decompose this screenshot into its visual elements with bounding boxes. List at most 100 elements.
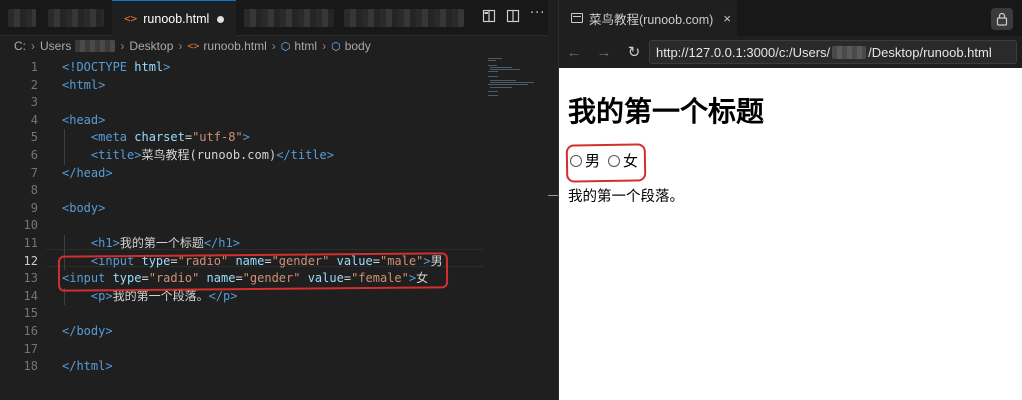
code-token: = bbox=[184, 130, 193, 145]
chevron-right-icon: › bbox=[271, 39, 276, 53]
symbol-element-icon: ⬡ bbox=[280, 40, 291, 53]
chevron-right-icon: › bbox=[178, 39, 183, 53]
blurred-tab[interactable] bbox=[8, 9, 36, 27]
editor-tab-bar: <> runoob.html ··· bbox=[0, 0, 558, 36]
code-line[interactable]: <h1>我的第一个标题</h1> bbox=[62, 235, 240, 253]
code-editor: <> runoob.html ··· C: › Users › Desktop … bbox=[0, 0, 560, 400]
redacted-username bbox=[832, 45, 867, 59]
minimap-line bbox=[488, 60, 496, 62]
minimap-line bbox=[488, 91, 498, 92]
split-preview-icon[interactable] bbox=[482, 9, 496, 27]
code-token: 我的第一个标题 bbox=[119, 236, 204, 250]
breadcrumb-desktop[interactable]: Desktop bbox=[129, 39, 173, 53]
symbol-element-icon: ⬡ bbox=[331, 40, 341, 53]
forward-arrow-icon[interactable]: → bbox=[589, 44, 619, 61]
minimap-line bbox=[488, 64, 497, 66]
code-token: </h1> bbox=[203, 236, 240, 250]
minimap-line bbox=[488, 75, 498, 77]
code-token: <meta bbox=[90, 130, 135, 145]
lock-icon[interactable] bbox=[991, 8, 1013, 30]
code-token: </html> bbox=[62, 359, 113, 374]
minimap[interactable] bbox=[486, 56, 546, 136]
close-icon[interactable]: × bbox=[723, 11, 731, 26]
page-heading: 我的第一个标题 bbox=[568, 95, 765, 128]
code-token: charset bbox=[134, 130, 185, 145]
chevron-right-icon: › bbox=[31, 39, 35, 53]
indent-guide bbox=[64, 129, 65, 147]
code-line[interactable]: <meta charset="utf-8"> bbox=[62, 129, 250, 147]
code-token: </title> bbox=[276, 148, 334, 162]
code-token: "utf-8" bbox=[192, 130, 243, 145]
browser-tab-icon bbox=[571, 13, 583, 23]
code-line[interactable]: <title>菜鸟教程(runoob.com)</title> bbox=[62, 147, 334, 165]
minimap-line bbox=[490, 69, 520, 70]
code-line[interactable]: </html> bbox=[62, 358, 113, 376]
code-token: 菜鸟教程(runoob.com) bbox=[141, 148, 277, 162]
code-line[interactable]: <body> bbox=[62, 200, 105, 218]
split-editor-icon[interactable] bbox=[506, 9, 520, 27]
code-token: <title> bbox=[90, 148, 142, 162]
minimap-line bbox=[490, 86, 512, 88]
breadcrumb-html[interactable]: html bbox=[294, 39, 317, 53]
url-prefix: http://127.0.0.1:3000/c:/Users/ bbox=[656, 44, 831, 60]
breadcrumb: C: › Users › Desktop › <> runoob.html › … bbox=[0, 36, 558, 56]
red-annotation-box bbox=[565, 143, 647, 183]
preview-tab-title: 菜鸟教程(runoob.com) bbox=[589, 12, 714, 27]
code-area[interactable]: <!DOCTYPE html> <html> <head> <meta charse… bbox=[0, 56, 484, 400]
minimap-line bbox=[490, 80, 516, 81]
code-line[interactable]: </head> bbox=[62, 165, 113, 183]
html-file-icon: <> bbox=[124, 12, 138, 25]
html-file-icon: <> bbox=[187, 40, 200, 52]
code-token: > bbox=[242, 130, 250, 145]
code-token: html bbox=[134, 60, 164, 74]
breadcrumb-file[interactable]: runoob.html bbox=[203, 39, 266, 53]
blurred-tab[interactable] bbox=[344, 9, 464, 27]
minimap-line bbox=[490, 82, 534, 84]
preview-nav-bar: ← → ↻ http://127.0.0.1:3000/c:/Users/ /D… bbox=[559, 36, 1022, 68]
page-paragraph: 我的第一个段落。 bbox=[568, 189, 684, 205]
breadcrumb-body[interactable]: body bbox=[345, 39, 371, 53]
code-token: </p> bbox=[208, 288, 238, 303]
tab-preview[interactable]: 菜鸟教程(runoob.com) × bbox=[559, 0, 737, 36]
code-token: <html> bbox=[62, 77, 106, 92]
code-line[interactable]: <head> bbox=[62, 112, 105, 130]
rendered-page: 我的第一个标题 男 女 我的第一个段落。 bbox=[559, 68, 1022, 400]
breadcrumb-drive[interactable]: C: bbox=[14, 39, 26, 53]
red-annotation-box bbox=[57, 252, 449, 292]
tab-runoob-html[interactable]: <> runoob.html bbox=[112, 0, 236, 36]
code-token: <h1> bbox=[90, 236, 120, 250]
tab-label: runoob.html bbox=[143, 11, 210, 26]
more-icon[interactable]: ··· bbox=[530, 6, 545, 21]
reload-icon[interactable]: ↻ bbox=[619, 43, 649, 61]
chevron-right-icon: › bbox=[322, 39, 327, 53]
unsaved-dot-icon[interactable] bbox=[217, 16, 224, 23]
simple-browser-panel: 菜鸟教程(runoob.com) × ← → ↻ http://127.0.0.… bbox=[558, 0, 1022, 400]
redacted-username bbox=[75, 40, 116, 52]
minimap-line bbox=[488, 71, 498, 73]
code-line[interactable]: <html> bbox=[62, 77, 105, 95]
minimap-line bbox=[490, 66, 512, 68]
code-token: </body> bbox=[62, 324, 113, 338]
back-arrow-icon[interactable]: ← bbox=[559, 44, 589, 61]
editor-scrollbar[interactable] bbox=[548, 0, 558, 400]
blurred-tab[interactable] bbox=[244, 9, 334, 27]
code-line[interactable]: </body> bbox=[62, 323, 113, 341]
chevron-right-icon: › bbox=[120, 39, 125, 53]
minimap-line bbox=[488, 58, 502, 59]
minimap-line bbox=[488, 95, 498, 97]
indent-guide bbox=[64, 235, 65, 253]
code-token: > bbox=[163, 60, 171, 74]
code-token: </head> bbox=[62, 165, 113, 180]
blurred-tab[interactable] bbox=[48, 9, 104, 27]
url-suffix: /Desktop/runoob.html bbox=[868, 44, 992, 60]
code-line[interactable]: <!DOCTYPE html> bbox=[62, 59, 170, 77]
code-token: <!DOCTYPE bbox=[62, 60, 135, 74]
url-input[interactable]: http://127.0.0.1:3000/c:/Users/ /Desktop… bbox=[649, 40, 1017, 64]
indent-guide bbox=[64, 147, 65, 165]
code-token: <head> bbox=[62, 112, 106, 127]
minimap-line bbox=[488, 84, 528, 86]
breadcrumb-users[interactable]: Users bbox=[40, 39, 71, 53]
